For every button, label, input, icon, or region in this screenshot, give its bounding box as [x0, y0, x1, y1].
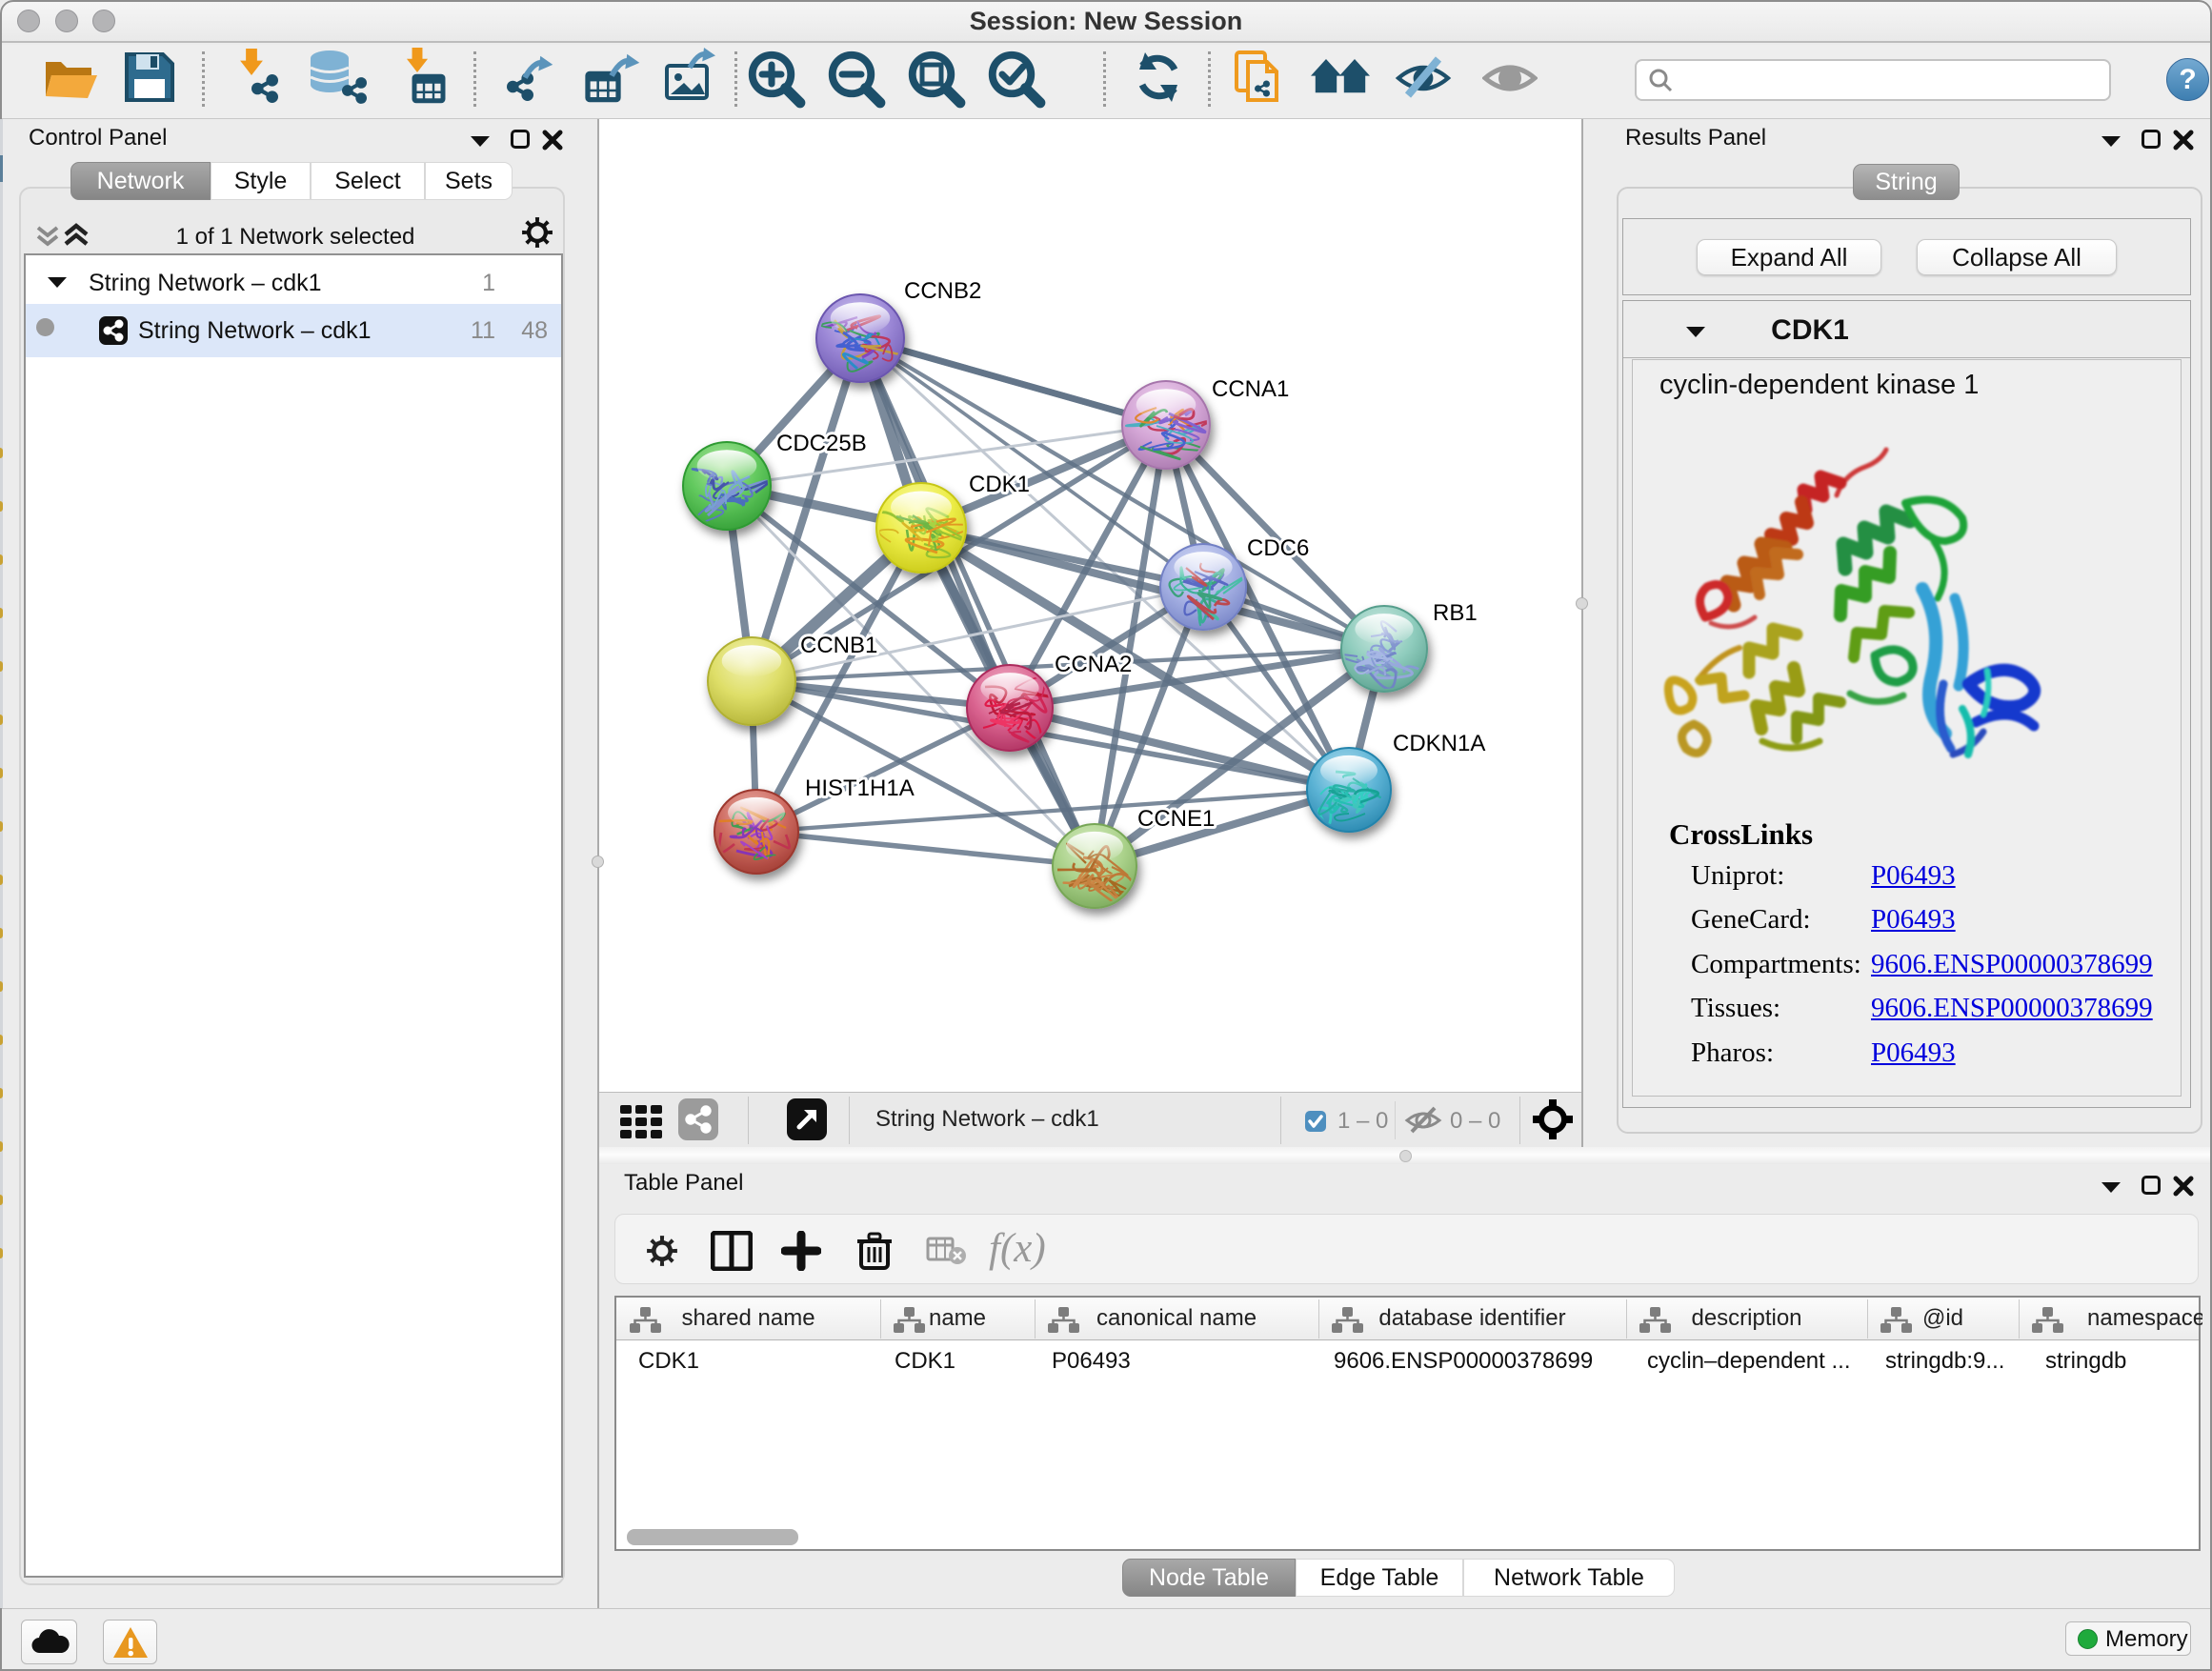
svg-text:CCNB1: CCNB1: [800, 633, 877, 658]
svg-text:HIST1H1A: HIST1H1A: [805, 775, 915, 801]
svg-text:CCNA2: CCNA2: [1055, 652, 1132, 677]
svg-text:CCNE1: CCNE1: [1137, 806, 1215, 832]
svg-text:CDC25B: CDC25B: [776, 431, 867, 456]
svg-text:CCNB2: CCNB2: [904, 278, 981, 304]
svg-text:CDKN1A: CDKN1A: [1393, 731, 1485, 756]
svg-text:CDC6: CDC6: [1247, 535, 1309, 561]
svg-text:CDK1: CDK1: [969, 472, 1030, 497]
svg-text:RB1: RB1: [1433, 600, 1478, 626]
svg-text:CCNA1: CCNA1: [1212, 376, 1289, 402]
